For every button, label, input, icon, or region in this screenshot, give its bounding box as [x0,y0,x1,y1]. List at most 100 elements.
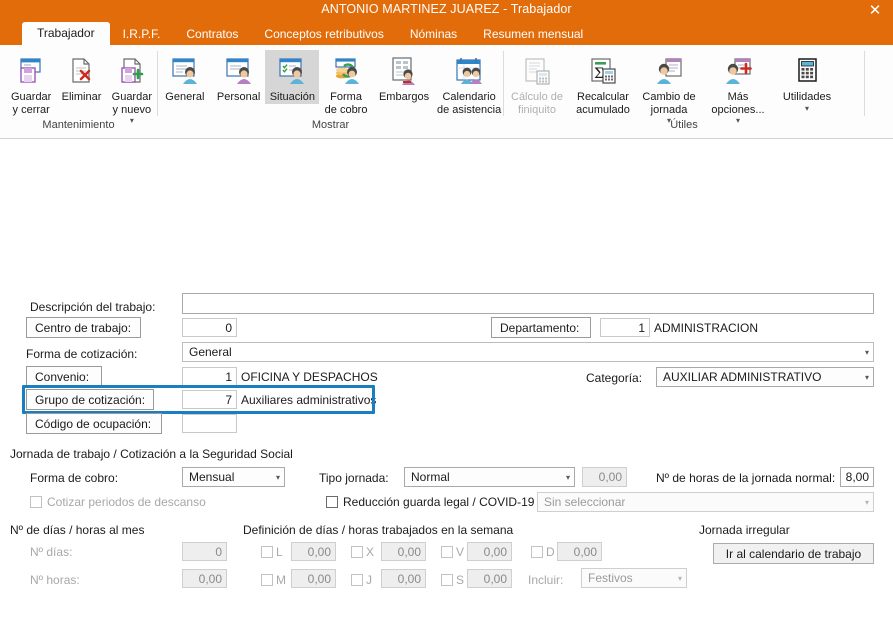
calculo-finiquito-button[interactable]: Cálculo de finiquito [504,50,570,116]
dias-horas-section-title: Nº de días / horas al mes [10,523,145,537]
descripcion-trabajo-input[interactable] [182,293,874,314]
cotizar-descanso-label: Cotizar periodos de descanso [47,495,206,509]
reduccion-guarda-legal-select[interactable]: Sin seleccionar ▾ [537,492,874,512]
recalcular-acumulado-button[interactable]: Σ Recalcular acumulado [570,50,636,116]
ribbon-group-mantenimiento: Guardar y cerrar Eliminar Guardar y nuev… [0,45,157,138]
ribbon-group-title-mantenimiento: Mantenimiento [42,119,115,131]
grupo-cotizacion-button[interactable]: Grupo de cotización: [26,389,154,410]
reduccion-guarda-legal-checkbox[interactable]: Reducción guarda legal / COVID-19 [326,495,534,509]
calendario-asistencia-button[interactable]: Calendario de asistencia [435,50,503,116]
grupo-cotizacion-input[interactable]: 7 [182,390,237,409]
forma-de-cobro-button[interactable]: Forma de cobro [319,50,373,116]
ribbon-toolbar: Guardar y cerrar Eliminar Guardar y nuev… [0,45,893,139]
tipo-jornada-select[interactable]: Normal ▾ [404,467,575,487]
ribbon-group-title-mostrar: Mostrar [311,119,350,131]
save-new-icon [117,54,147,88]
embargos-button[interactable]: Embargos [373,50,435,104]
tipo-jornada-num-input[interactable]: 0,00 [582,467,627,487]
forma-de-cobro-label: Forma de cobro [324,91,368,116]
ribbon-group-utiles: Cálculo de finiquito Σ Recalcular acumul… [504,45,864,138]
dia-x-input[interactable]: 0,00 [381,542,426,561]
guardar-y-cerrar-label: Guardar y cerrar [10,91,52,116]
jornada-section-title: Jornada de trabajo / Cotización a la Seg… [10,447,293,461]
chevron-down-icon: ▾ [565,472,570,482]
categoria-value: AUXILIAR ADMINISTRATIVO [663,370,822,384]
dia-d-input[interactable]: 0,00 [557,542,602,561]
n-dias-input[interactable]: 0 [182,542,227,561]
situacion-person-icon [276,54,308,88]
chevron-down-icon[interactable]: ▾ [805,104,809,113]
checkbox-box [441,546,453,558]
cambio-jornada-label: Cambio de jornada [642,91,696,116]
convenio-name-text: OFICINA Y DESPACHOS [241,370,378,384]
departamento-button[interactable]: Departamento: [491,317,591,338]
grupo-cotizacion-name-text: Auxiliares administrativos [241,393,377,407]
centro-trabajo-button[interactable]: Centro de trabajo: [26,317,141,338]
n-horas-input[interactable]: 0,00 [182,569,227,588]
dia-x-checkbox[interactable]: X [351,545,374,559]
eliminar-label: Eliminar [61,91,102,103]
horas-jornada-normal-input[interactable]: 8,00 [840,467,874,487]
incluir-select[interactable]: Festivos ▾ [581,568,687,588]
categoria-label: Categoría: [586,371,643,385]
embargos-icon [388,54,420,88]
cotizar-descanso-checkbox[interactable]: Cotizar periodos de descanso [30,495,206,509]
codigo-ocupacion-button[interactable]: Código de ocupación: [26,413,162,434]
centro-trabajo-input[interactable]: 0 [182,318,237,337]
general-button[interactable]: General [158,50,212,104]
checkbox-box [351,546,363,558]
dia-m-input[interactable]: 0,00 [291,569,336,588]
ribbon-separator-3 [864,51,865,116]
forma-cobro-value: Mensual [189,470,235,484]
calendario-asistencia-label: Calendario de asistencia [436,91,502,116]
tab-bar: Trabajador I.R.P.F. Contratos Conceptos … [0,21,893,45]
situacion-button[interactable]: Situación [265,50,320,104]
tab-trabajador[interactable]: Trabajador [22,22,110,45]
tab-nominas[interactable]: Nóminas [397,24,470,45]
forma-cotizacion-select[interactable]: General ▾ [182,342,874,362]
convenio-button[interactable]: Convenio: [26,366,102,387]
dia-s-label: S [456,573,465,587]
dia-v-input[interactable]: 0,00 [467,542,512,561]
descripcion-trabajo-label: Descripción del trabajo: [30,300,156,314]
tab-contratos[interactable]: Contratos [173,24,251,45]
categoria-select[interactable]: AUXILIAR ADMINISTRATIVO ▾ [656,367,874,387]
checkbox-box [531,546,543,558]
dia-j-input[interactable]: 0,00 [381,569,426,588]
dia-x-label: X [366,545,375,559]
ribbon-group-mostrar: General Personal Situación Forma de cobr… [158,45,503,138]
tab-resumen-mensual[interactable]: Resumen mensual [470,24,596,45]
incluir-label: Incluir: [528,573,564,587]
recalcular-acumulado-label: Recalcular acumulado [576,91,630,116]
codigo-ocupacion-input[interactable] [182,414,237,433]
guardar-y-nuevo-button[interactable]: Guardar y nuevo ▾ [107,50,157,125]
departamento-input[interactable]: 1 [600,318,650,337]
calculo-finiquito-label: Cálculo de finiquito [511,91,563,116]
reduccion-guarda-legal-label: Reducción guarda legal / COVID-19 [343,495,535,509]
tab-irpf[interactable]: I.R.P.F. [110,24,174,45]
dia-l-checkbox[interactable]: L [261,545,283,559]
tab-conceptos-retributivos[interactable]: Conceptos retributivos [251,24,396,45]
dia-l-input[interactable]: 0,00 [291,542,336,561]
dia-d-checkbox[interactable]: D [531,545,555,559]
dia-m-label: M [276,573,286,587]
dia-v-label: V [456,545,465,559]
ir-al-calendario-trabajo-button[interactable]: Ir al calendario de trabajo [713,543,874,564]
dia-m-checkbox[interactable]: M [261,573,286,587]
dia-s-checkbox[interactable]: S [441,573,464,587]
form-panel: Descripción del trabajo: Centro de traba… [0,139,893,639]
guardar-y-cerrar-button[interactable]: Guardar y cerrar [6,50,56,116]
eliminar-button[interactable]: Eliminar [56,50,106,104]
dia-v-checkbox[interactable]: V [441,545,464,559]
close-icon[interactable]: ✕ [861,0,889,21]
personal-button[interactable]: Personal [212,50,266,104]
convenio-input[interactable]: 1 [182,367,237,386]
dia-s-input[interactable]: 0,00 [467,569,512,588]
general-person-icon [169,54,201,88]
checkbox-box [441,574,453,586]
mas-opciones-button[interactable]: Más opciones... ▾ [702,50,774,125]
dia-j-checkbox[interactable]: J [351,573,372,587]
forma-cobro-select[interactable]: Mensual ▾ [182,467,285,487]
cambio-jornada-button[interactable]: Cambio de jornada ▾ [636,50,702,125]
utilidades-button[interactable]: Utilidades ▾ [774,50,840,113]
